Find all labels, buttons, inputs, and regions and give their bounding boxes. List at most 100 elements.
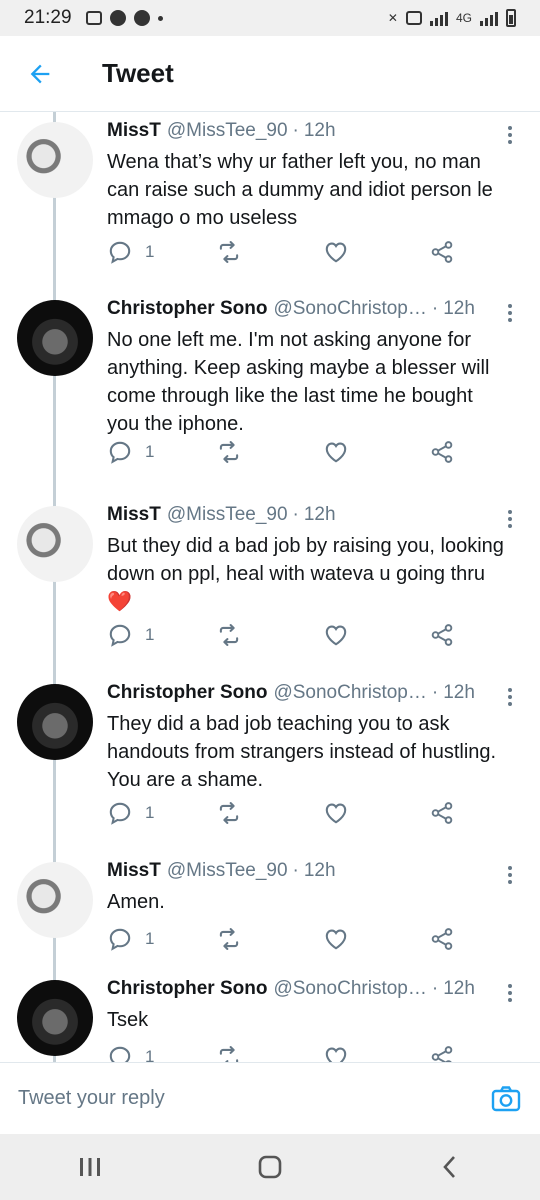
- more-dot: [508, 318, 512, 322]
- more-dot: [508, 702, 512, 706]
- retweet-button[interactable]: [215, 439, 243, 465]
- author-handle[interactable]: @MissTee_90: [167, 504, 288, 526]
- avatar[interactable]: [17, 122, 93, 198]
- retweet-button[interactable]: [215, 800, 243, 826]
- signal-1-icon: [429, 10, 448, 26]
- tweet-timestamp: 12h: [303, 504, 336, 525]
- share-button[interactable]: [429, 926, 455, 952]
- reply-button[interactable]: 1: [107, 800, 154, 826]
- author-name[interactable]: MissT: [107, 120, 161, 142]
- chevron-left-icon: [443, 1156, 455, 1178]
- reply-count: 1: [145, 242, 155, 261]
- tweet-actions: 1: [107, 237, 467, 267]
- reply-button[interactable]: 1: [107, 926, 154, 952]
- like-button[interactable]: [323, 800, 349, 826]
- reply-button[interactable]: 1: [107, 1044, 154, 1062]
- separator-dot: ·: [292, 860, 299, 881]
- share-button[interactable]: [429, 800, 455, 826]
- tweet-text: Amen.: [107, 888, 507, 916]
- tweet-body: MissT @MissTee_90 · 12h Wena that’s why ur f…: [107, 120, 520, 232]
- reply-count: 1: [145, 929, 155, 948]
- retweet-button[interactable]: [215, 622, 243, 648]
- reply-icon: [109, 441, 131, 464]
- reply-icon: [109, 624, 131, 647]
- author-name[interactable]: Christopher Sono: [107, 978, 267, 1000]
- tweet-header: MissT @MissTee_90 · 12h: [107, 504, 520, 530]
- tweet-text-content: Tsek: [107, 1009, 149, 1031]
- more-vertical-icon[interactable]: [500, 302, 520, 324]
- more-dot: [508, 873, 512, 877]
- tweet-timestamp: 12h: [443, 682, 475, 703]
- author-name[interactable]: Christopher Sono: [107, 682, 267, 704]
- tweet-text-content: Amen.: [107, 891, 165, 913]
- tweet-thread[interactable]: MissT @MissTee_90 · 12h Wena that’s why ur f…: [0, 112, 540, 1062]
- retweet-button[interactable]: [215, 1044, 243, 1062]
- like-button[interactable]: [323, 239, 349, 265]
- reply-button[interactable]: 1: [107, 239, 154, 265]
- avatar[interactable]: [17, 862, 93, 938]
- gallery-notification-icon: [85, 11, 102, 25]
- status-notification-icons: [85, 10, 163, 26]
- author-name[interactable]: Christopher Sono: [107, 298, 267, 320]
- author-handle[interactable]: @SonoChristop…: [273, 978, 426, 1000]
- author-handle[interactable]: @SonoChristop…: [273, 298, 426, 320]
- more-dot: [508, 311, 512, 315]
- camera-button[interactable]: [490, 1083, 522, 1115]
- author-handle[interactable]: @MissTee_90: [167, 120, 288, 142]
- heart-emoji: ❤️: [107, 591, 132, 613]
- reply-icon: [109, 802, 131, 825]
- share-button[interactable]: [429, 439, 455, 465]
- reply-count: 1: [145, 625, 155, 644]
- more-vertical-icon[interactable]: [500, 864, 520, 886]
- back-nav-button[interactable]: [410, 1134, 490, 1200]
- reply-count: 1: [145, 803, 155, 822]
- heart-icon: [325, 1047, 347, 1062]
- share-icon: [431, 441, 453, 463]
- more-dot: [508, 695, 512, 699]
- more-dot: [508, 140, 512, 144]
- system-nav-bar: [0, 1134, 540, 1200]
- share-button[interactable]: [429, 1044, 455, 1062]
- recent-apps-button[interactable]: [50, 1134, 130, 1200]
- reply-icon: [109, 241, 131, 264]
- retweet-button[interactable]: [215, 926, 243, 952]
- author-name[interactable]: MissT: [107, 504, 161, 526]
- status-system-icons: ✕ 4G: [388, 9, 516, 27]
- avatar[interactable]: [17, 300, 93, 376]
- like-button[interactable]: [323, 1044, 349, 1062]
- mute-icon: ✕: [387, 11, 398, 25]
- network-type-label: 4G: [455, 11, 472, 25]
- reply-button[interactable]: 1: [107, 439, 154, 465]
- retweet-icon: [219, 928, 239, 950]
- signal-2-icon: [480, 10, 498, 26]
- more-vertical-icon[interactable]: [500, 508, 520, 530]
- author-name[interactable]: MissT: [107, 860, 161, 882]
- reply-input[interactable]: Tweet your reply: [18, 1087, 490, 1110]
- avatar[interactable]: [17, 506, 93, 582]
- music-notification-icon: [133, 10, 150, 26]
- reply-composer[interactable]: Tweet your reply: [0, 1062, 540, 1134]
- author-handle[interactable]: @SonoChristop…: [273, 682, 426, 704]
- more-dot: [508, 984, 512, 988]
- back-button[interactable]: [0, 36, 80, 112]
- like-button[interactable]: [323, 439, 349, 465]
- like-button[interactable]: [323, 926, 349, 952]
- reply-button[interactable]: 1: [107, 622, 154, 648]
- avatar[interactable]: [17, 684, 93, 760]
- avatar[interactable]: [17, 980, 93, 1056]
- like-button[interactable]: [323, 622, 349, 648]
- app-bar: Tweet: [0, 36, 540, 112]
- more-vertical-icon[interactable]: [500, 686, 520, 708]
- tweet-header: Christopher Sono @SonoChristop… · 12h: [107, 682, 520, 708]
- share-button[interactable]: [429, 239, 455, 265]
- more-vertical-icon[interactable]: [500, 982, 520, 1004]
- camera-icon: [491, 1085, 521, 1111]
- more-vertical-icon[interactable]: [500, 124, 520, 146]
- home-button[interactable]: [230, 1134, 310, 1200]
- author-handle[interactable]: @MissTee_90: [167, 860, 288, 882]
- share-button[interactable]: [429, 622, 455, 648]
- share-icon: [431, 241, 453, 263]
- more-dot: [508, 998, 512, 1002]
- retweet-button[interactable]: [215, 239, 243, 265]
- tweet-body: MissT @MissTee_90 · 12h Amen.: [107, 860, 520, 916]
